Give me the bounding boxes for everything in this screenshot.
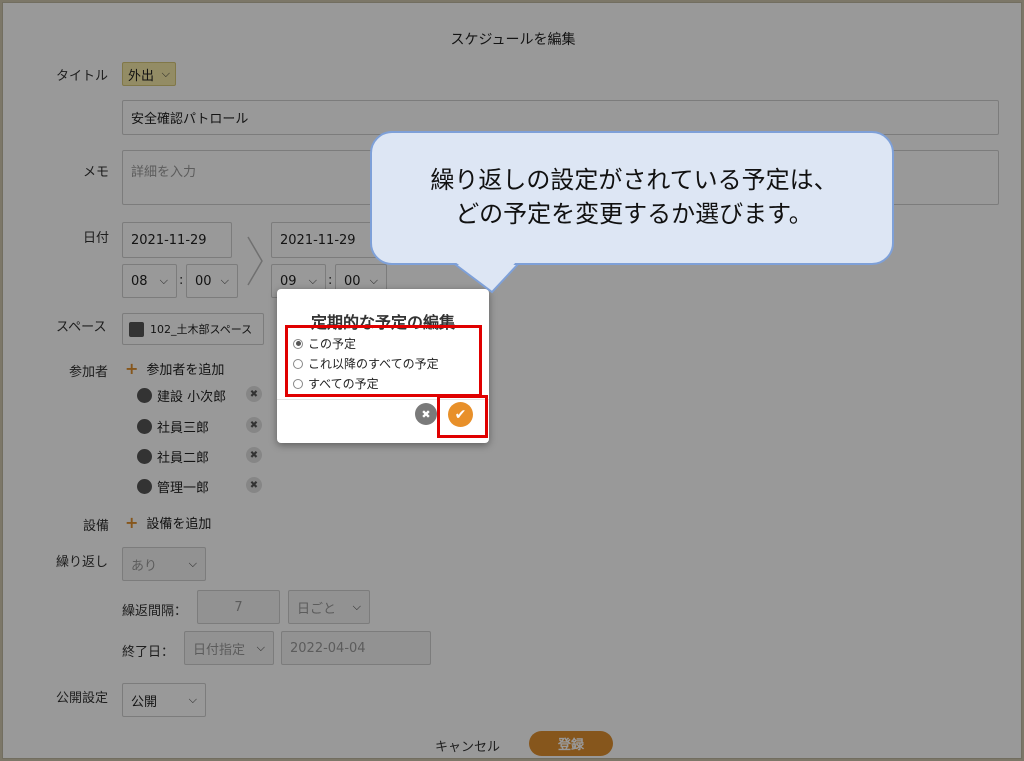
callout-bubble: 繰り返しの設定がされている予定は、 どの予定を変更するか選びます。 (370, 131, 894, 265)
highlight-options-box (285, 325, 482, 397)
callout-line-1: 繰り返しの設定がされている予定は、 (430, 166, 838, 194)
callout-text: 繰り返しの設定がされている予定は、 どの予定を変更するか選びます。 (372, 163, 896, 231)
callout-line-2: どの予定を変更するか選びます。 (455, 200, 813, 228)
modal-backdrop[interactable] (0, 0, 1024, 761)
dialog-cancel-close-icon[interactable]: ✖ (415, 403, 437, 425)
highlight-confirm-box (437, 395, 488, 438)
